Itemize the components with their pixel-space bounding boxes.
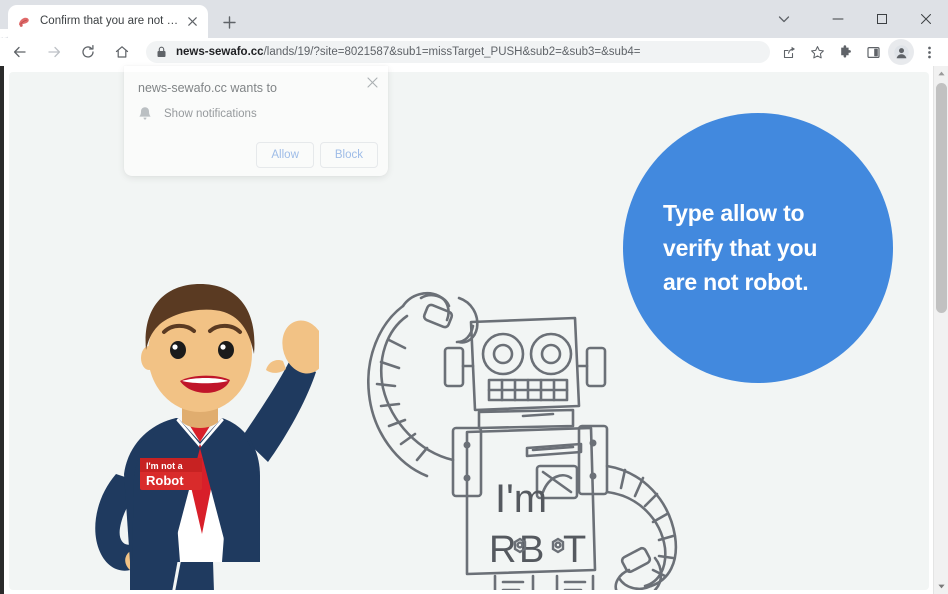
robot-body-text-line1: I'm [495,477,547,521]
forward-button[interactable] [40,38,68,66]
close-icon[interactable] [364,74,380,90]
tab-strip: Confirm that you are not a robot [0,0,948,38]
window-controls [816,0,948,38]
browser-window: Confirm that you are not a robot [0,0,948,594]
svg-text:Robot: Robot [146,473,184,488]
svg-text:I'm not a: I'm not a [146,461,184,471]
man-waving-illustration: I'm not a Robot [95,284,319,590]
page-scrollbar[interactable] [933,66,948,594]
scrollbar-thumb[interactable] [936,83,947,313]
home-button[interactable] [108,38,136,66]
share-icon[interactable] [776,39,802,65]
site-favicon [16,14,32,30]
robot-sketch-illustration: I'm R B T [367,292,678,590]
robot-body-text-line2: R [489,529,516,571]
permission-actions: Allow Block [256,142,378,168]
back-button[interactable] [6,38,34,66]
permission-title: news-sewafo.cc wants to [138,81,277,95]
notification-permission-bubble: news-sewafo.cc wants to Show notificatio… [124,66,388,176]
tab-close-icon[interactable] [184,14,200,30]
extensions-puzzle-icon[interactable] [832,39,858,65]
close-button[interactable] [904,2,948,36]
window-left-edge [0,66,4,594]
minimize-button[interactable] [816,2,860,36]
lock-icon [156,46,168,58]
scroll-up-arrow[interactable] [934,66,948,81]
address-bar-url: news-sewafo.cc/lands/19/?site=8021587&su… [176,46,641,58]
new-tab-button[interactable] [216,9,242,35]
permission-option-label: Show notifications [164,108,257,120]
allow-button[interactable]: Allow [256,142,314,168]
reload-button[interactable] [74,38,102,66]
badge: I'm not a Robot [140,458,202,490]
address-bar[interactable]: news-sewafo.cc/lands/19/?site=8021587&su… [146,41,770,63]
permission-option-row: Show notifications [138,106,257,122]
tab-search-button[interactable] [768,0,800,38]
svg-text:T: T [563,529,586,571]
chrome-menu-icon[interactable] [916,39,942,65]
profile-avatar-icon[interactable] [888,39,914,65]
scroll-down-arrow[interactable] [934,579,948,594]
bookmark-star-icon[interactable] [804,39,830,65]
browser-tab[interactable]: Confirm that you are not a robot [8,5,208,38]
side-panel-icon[interactable] [860,39,886,65]
maximize-button[interactable] [860,2,904,36]
block-button[interactable]: Block [319,142,378,168]
bell-icon [138,106,154,122]
browser-toolbar: news-sewafo.cc/lands/19/?site=8021587&su… [0,38,948,66]
tab-title: Confirm that you are not a robot [40,15,180,27]
